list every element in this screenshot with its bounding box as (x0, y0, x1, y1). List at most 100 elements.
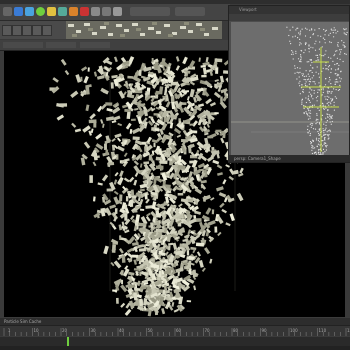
particle-point (336, 57, 338, 59)
particle-point (309, 101, 311, 103)
particle-point (318, 141, 320, 143)
move-icon[interactable] (47, 7, 56, 16)
particle-point (288, 34, 290, 37)
camera-icon[interactable] (102, 7, 111, 16)
particle-point (311, 28, 313, 30)
select-icon[interactable] (36, 7, 45, 16)
shelf-tab[interactable] (12, 25, 22, 36)
banknote-particle (196, 251, 201, 257)
redo-icon[interactable] (25, 7, 34, 16)
particle-point (327, 130, 329, 132)
particle-point (333, 29, 335, 31)
particle-point (325, 121, 327, 123)
particle-point (322, 108, 325, 110)
particle-point (318, 28, 320, 30)
particle-point (300, 61, 302, 63)
particle-point (334, 29, 337, 31)
banknote-particle (138, 69, 142, 77)
particle-point (311, 145, 313, 147)
banknote-particle (120, 302, 126, 308)
particle-point (312, 34, 314, 36)
timeline-frame-label: 10 (34, 328, 40, 333)
timeline-playhead[interactable] (66, 337, 69, 346)
banknote-particle (111, 106, 121, 115)
banknote-particle (133, 107, 139, 111)
preview-panel[interactable]: Viewport (228, 5, 350, 163)
toolbar-field-2[interactable] (175, 7, 205, 16)
shelf-tab[interactable] (32, 25, 42, 36)
banknote-particle (195, 242, 205, 247)
banknote-particle (151, 58, 154, 63)
particle-point (295, 29, 297, 31)
banknote-particle (127, 75, 134, 79)
particle-point (308, 99, 310, 102)
undo-icon[interactable] (14, 7, 23, 16)
rotate-icon[interactable] (58, 7, 67, 16)
banknote-particle (71, 122, 77, 128)
particle-point (309, 81, 312, 83)
banknote-particle (216, 172, 223, 176)
particle-point (307, 95, 310, 97)
snap-icon[interactable] (80, 7, 89, 16)
file-icon[interactable] (3, 7, 12, 16)
viewport-menu-bar (0, 40, 230, 51)
particle-point (292, 26, 294, 28)
render-icon[interactable] (91, 7, 100, 16)
shelf-tab[interactable] (42, 25, 52, 36)
timeline-ruler[interactable]: 1102030405060708090100110120 (0, 326, 350, 336)
particle-point (298, 76, 300, 78)
timeline-track[interactable] (0, 337, 350, 346)
viewport-menu[interactable] (80, 42, 110, 48)
particle-point (308, 48, 310, 50)
shelf-tab[interactable] (2, 25, 12, 36)
particle-point (309, 78, 311, 80)
banknote-particle (64, 70, 70, 76)
banknote-particle (124, 213, 128, 221)
banknote-particle (129, 128, 133, 134)
banknote-particle (80, 157, 86, 166)
particle-point (333, 36, 335, 38)
particle-point (315, 40, 317, 42)
particle-point (312, 67, 314, 69)
particle-point (311, 95, 313, 97)
particle-point (310, 126, 312, 128)
settings-icon[interactable] (113, 7, 122, 16)
scale-icon[interactable] (69, 7, 78, 16)
particle-point (297, 58, 300, 60)
viewport-menu[interactable] (3, 42, 43, 48)
banknote-particle (168, 245, 171, 251)
banknote-particle (89, 113, 96, 120)
particle-point (338, 74, 340, 76)
particle-point (302, 90, 304, 93)
timeline-frame-label: 100 (290, 328, 298, 333)
banknote-particle (145, 216, 151, 222)
timeline-frame-label: 110 (319, 328, 327, 333)
banknote-particle (92, 161, 97, 167)
particle-point (297, 37, 299, 39)
panel-viewport[interactable] (231, 22, 349, 162)
banknote-particle (229, 213, 235, 222)
banknote-particle (113, 260, 122, 269)
banknote-particle (186, 300, 192, 303)
particle-point (334, 63, 336, 66)
particle-point (307, 108, 310, 110)
banknote-particle (133, 165, 141, 174)
particle-point (324, 151, 326, 153)
particle-point (329, 115, 331, 117)
transform-manipulator[interactable] (301, 47, 341, 152)
particle-point (332, 32, 334, 34)
shelf-tab[interactable] (22, 25, 32, 36)
banknote-particle (209, 258, 213, 264)
banknote-particle (143, 108, 149, 117)
particle-point (330, 68, 332, 70)
particle-point (339, 53, 341, 55)
particle-point (289, 29, 291, 31)
banknote-particle (132, 136, 140, 141)
viewport-menu[interactable] (46, 42, 76, 48)
toolbar-field[interactable] (130, 7, 170, 16)
command-line[interactable] (0, 346, 350, 350)
particle-point (323, 142, 325, 144)
particle-point (312, 47, 314, 49)
particle-point (309, 117, 311, 119)
particle-point (344, 29, 346, 31)
